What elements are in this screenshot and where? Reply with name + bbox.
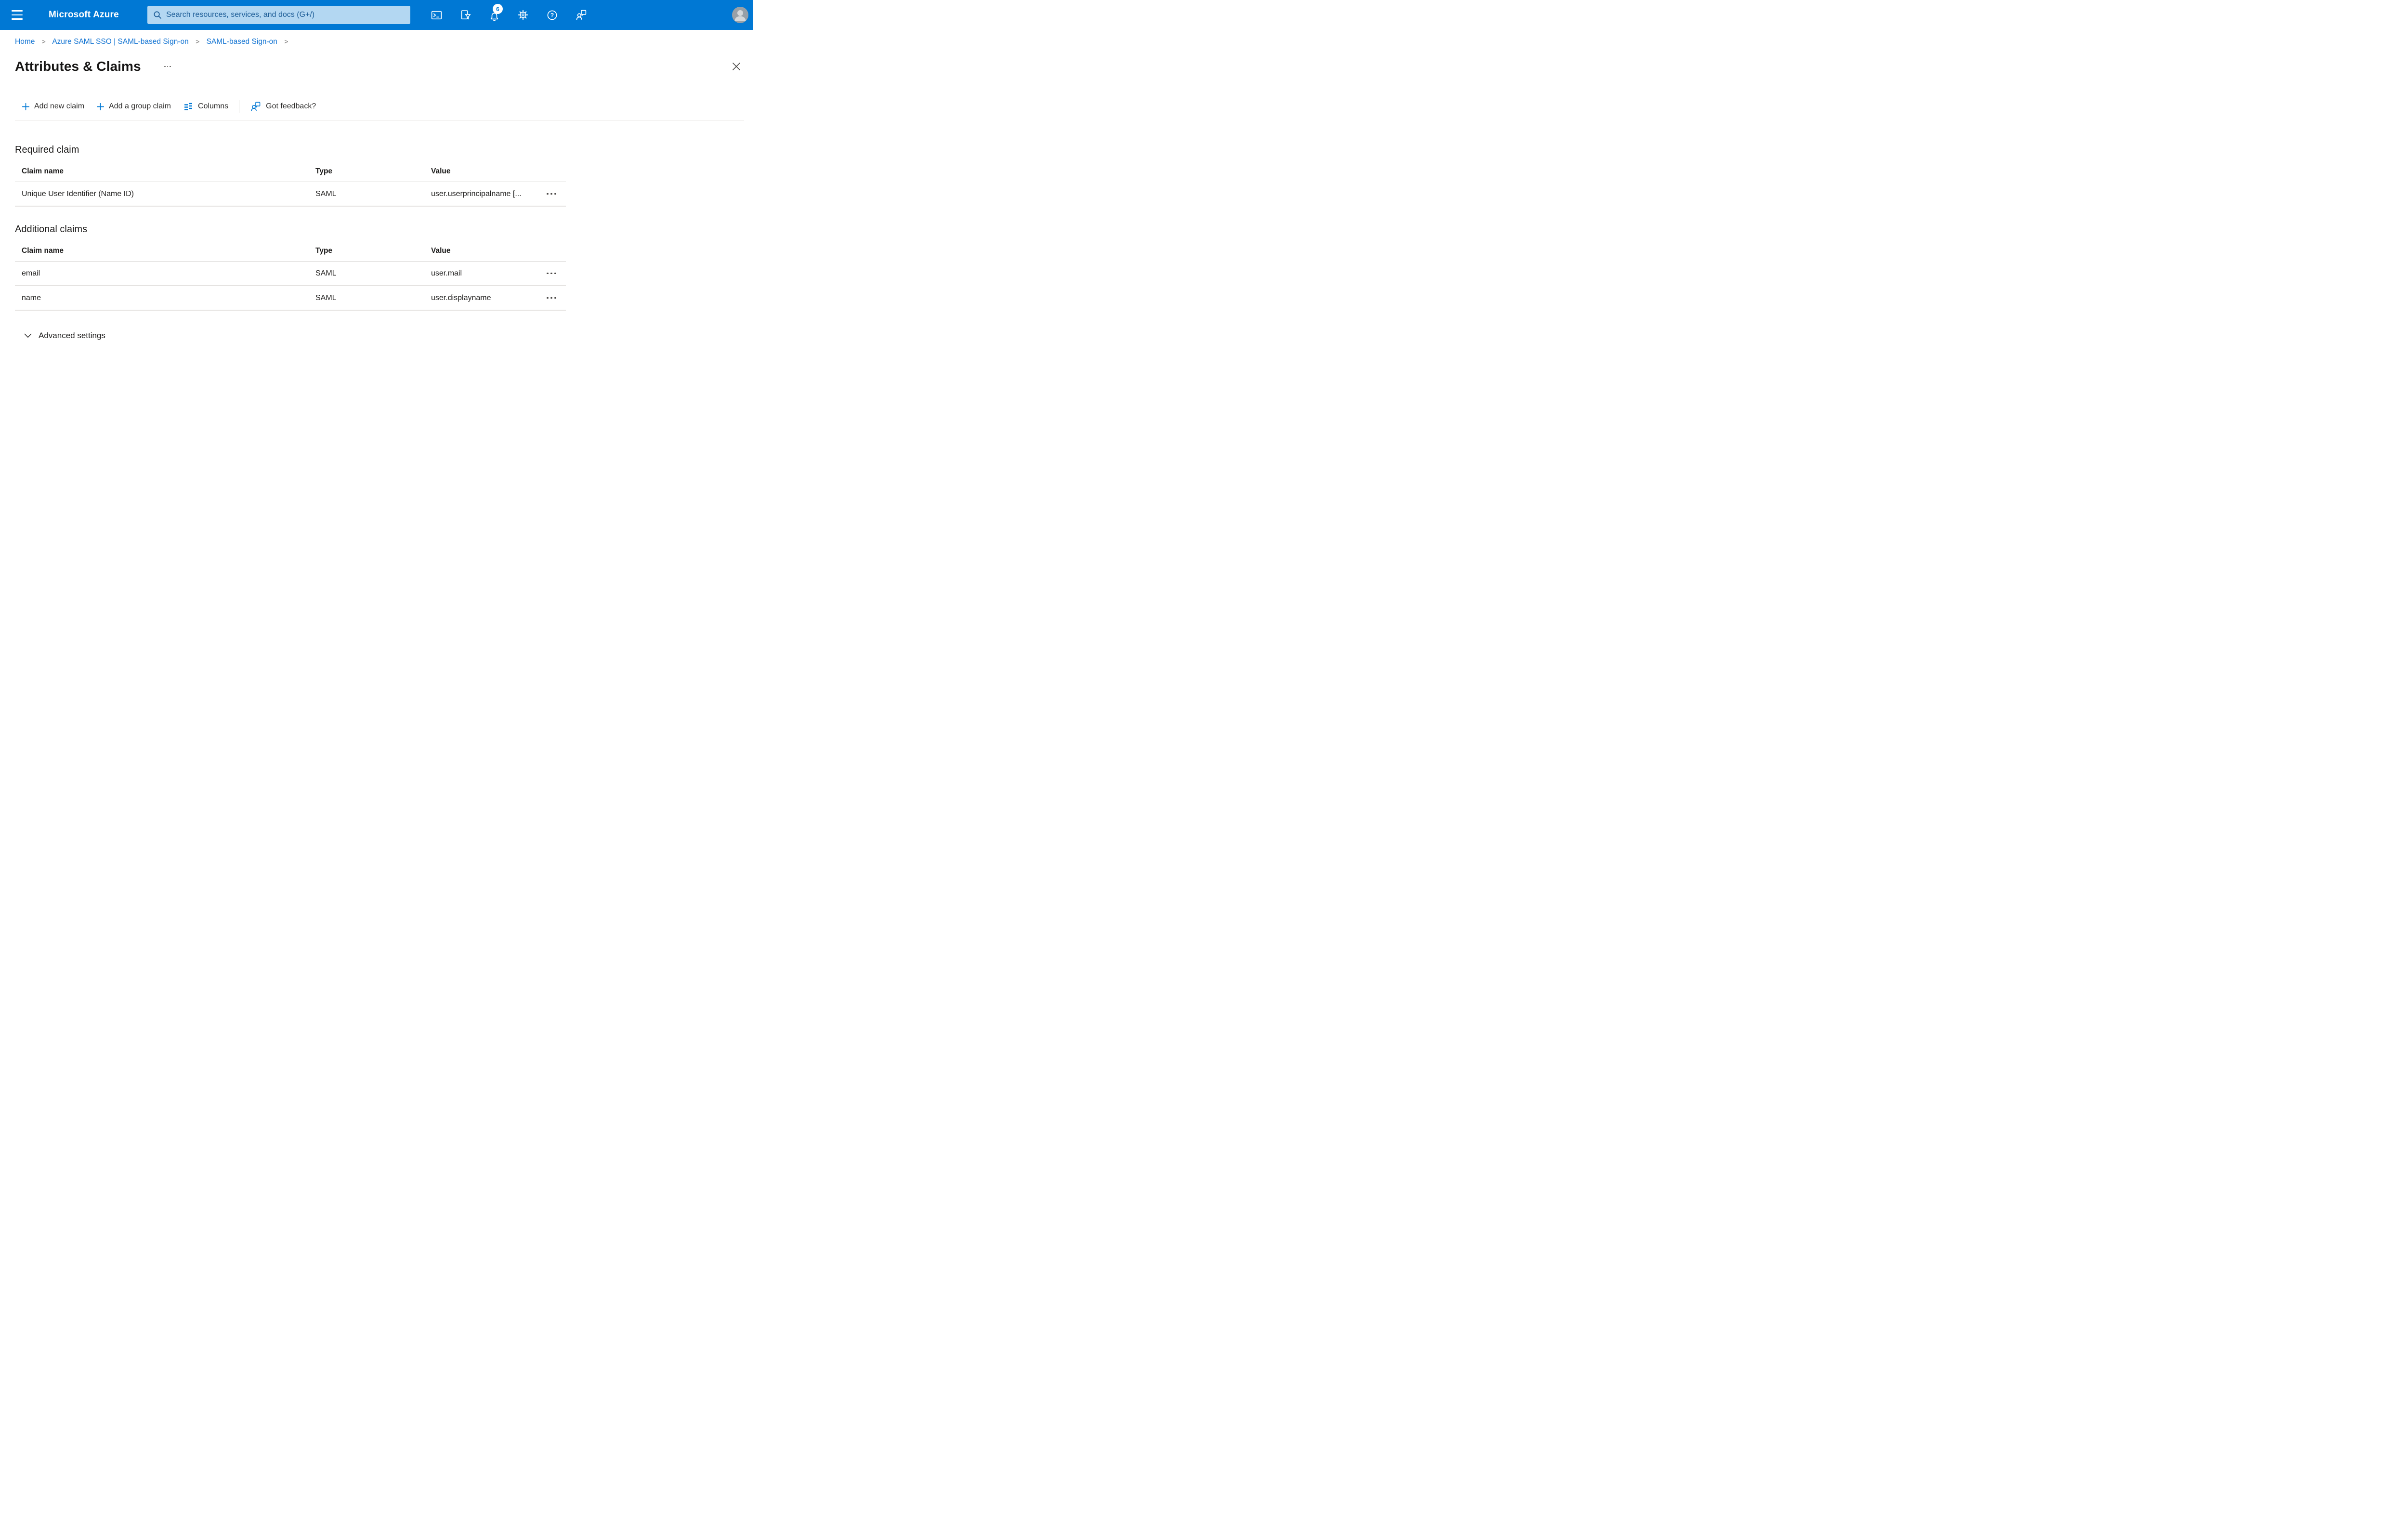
cell-type: SAML [315, 269, 337, 277]
table-row[interactable]: name SAML user.displayname [15, 286, 566, 311]
ellipsis-icon [547, 193, 549, 195]
add-group-claim-button[interactable]: Add a group claim [97, 102, 171, 111]
cell-type: SAML [315, 189, 337, 198]
close-icon [733, 63, 740, 70]
help-button[interactable]: ? [541, 4, 563, 26]
got-feedback-button[interactable]: Got feedback? [250, 101, 316, 112]
breadcrumb-home[interactable]: Home [15, 38, 35, 46]
title-overflow-button[interactable] [163, 63, 172, 70]
additional-claims-table: Claim name Type Value email SAML user.ma… [15, 247, 566, 311]
cell-value: user.mail [431, 269, 462, 277]
topbar-icon-group: 6 ? [426, 4, 591, 26]
feedback-icon [251, 102, 261, 111]
column-header-type: Type [315, 247, 333, 255]
person-silhouette-icon [734, 10, 746, 21]
hamburger-icon [12, 10, 23, 12]
brand-title[interactable]: Microsoft Azure [49, 10, 119, 20]
command-bar: Add new claim Add a group claim Columns … [15, 100, 744, 120]
breadcrumb: Home > Azure SAML SSO | SAML-based Sign-… [15, 38, 744, 46]
plus-icon [97, 103, 105, 110]
additional-claims-heading: Additional claims [15, 224, 88, 235]
breadcrumb-separator: > [41, 38, 46, 45]
ellipsis-icon [547, 297, 549, 299]
breadcrumb-separator: > [284, 38, 288, 45]
notification-count-badge: 6 [493, 4, 503, 14]
column-header-type: Type [315, 167, 333, 175]
close-button[interactable] [729, 59, 744, 74]
terminal-icon [431, 11, 442, 19]
help-icon: ? [547, 10, 557, 20]
breadcrumb-separator: > [196, 38, 200, 45]
global-search-box [147, 6, 410, 24]
chevron-down-icon [24, 333, 32, 338]
add-new-claim-button[interactable]: Add new claim [22, 102, 84, 111]
required-claim-table: Claim name Type Value Unique User Identi… [15, 167, 566, 207]
feedback-icon [576, 10, 586, 20]
breadcrumb-saml-signon[interactable]: SAML-based Sign-on [207, 38, 277, 46]
row-menu-button[interactable] [537, 189, 566, 199]
ellipsis-icon [547, 272, 549, 275]
advanced-settings-label: Advanced settings [39, 331, 105, 340]
cell-claim-name: email [22, 269, 40, 277]
columns-button[interactable]: Columns [183, 102, 228, 111]
feedback-button[interactable] [570, 4, 591, 26]
search-input[interactable] [166, 6, 410, 24]
plus-icon [22, 103, 29, 110]
column-header-value: Value [431, 247, 451, 255]
breadcrumb-app[interactable]: Azure SAML SSO | SAML-based Sign-on [52, 38, 188, 46]
cell-value: user.userprincipalname [... [431, 189, 522, 198]
settings-button[interactable] [512, 4, 534, 26]
gear-icon [518, 10, 528, 20]
directory-filter-button[interactable] [455, 4, 476, 26]
account-avatar[interactable] [732, 7, 748, 23]
cloud-shell-button[interactable] [426, 4, 447, 26]
got-feedback-label: Got feedback? [266, 102, 316, 110]
add-group-claim-label: Add a group claim [109, 102, 171, 110]
table-row[interactable]: Unique User Identifier (Name ID) SAML us… [15, 182, 566, 207]
azure-top-bar: Microsoft Azure 6 [0, 0, 753, 30]
directory-filter-icon [461, 10, 471, 19]
table-row[interactable]: email SAML user.mail [15, 262, 566, 286]
table-header-row: Claim name Type Value [15, 167, 566, 182]
table-header-row: Claim name Type Value [15, 247, 566, 262]
columns-icon [184, 103, 193, 110]
column-header-claim-name: Claim name [22, 167, 64, 175]
svg-text:?: ? [550, 12, 553, 18]
column-header-value: Value [431, 167, 451, 175]
page-title: Attributes & Claims [15, 59, 141, 74]
column-header-claim-name: Claim name [22, 247, 64, 255]
advanced-settings-toggle[interactable]: Advanced settings [24, 331, 105, 341]
search-icon [154, 11, 161, 19]
title-row: Attributes & Claims [15, 57, 744, 76]
notifications-button[interactable]: 6 [484, 4, 505, 26]
hamburger-menu-button[interactable] [12, 10, 23, 20]
page-content: Home > Azure SAML SSO | SAML-based Sign-… [0, 30, 753, 341]
required-claim-heading: Required claim [15, 144, 79, 155]
cell-claim-name: Unique User Identifier (Name ID) [22, 189, 134, 198]
columns-label: Columns [198, 102, 229, 110]
row-menu-button[interactable] [537, 269, 566, 278]
row-menu-button[interactable] [537, 293, 566, 303]
add-new-claim-label: Add new claim [34, 102, 85, 110]
cell-value: user.displayname [431, 293, 491, 302]
cell-claim-name: name [22, 293, 41, 302]
cell-type: SAML [315, 293, 337, 302]
